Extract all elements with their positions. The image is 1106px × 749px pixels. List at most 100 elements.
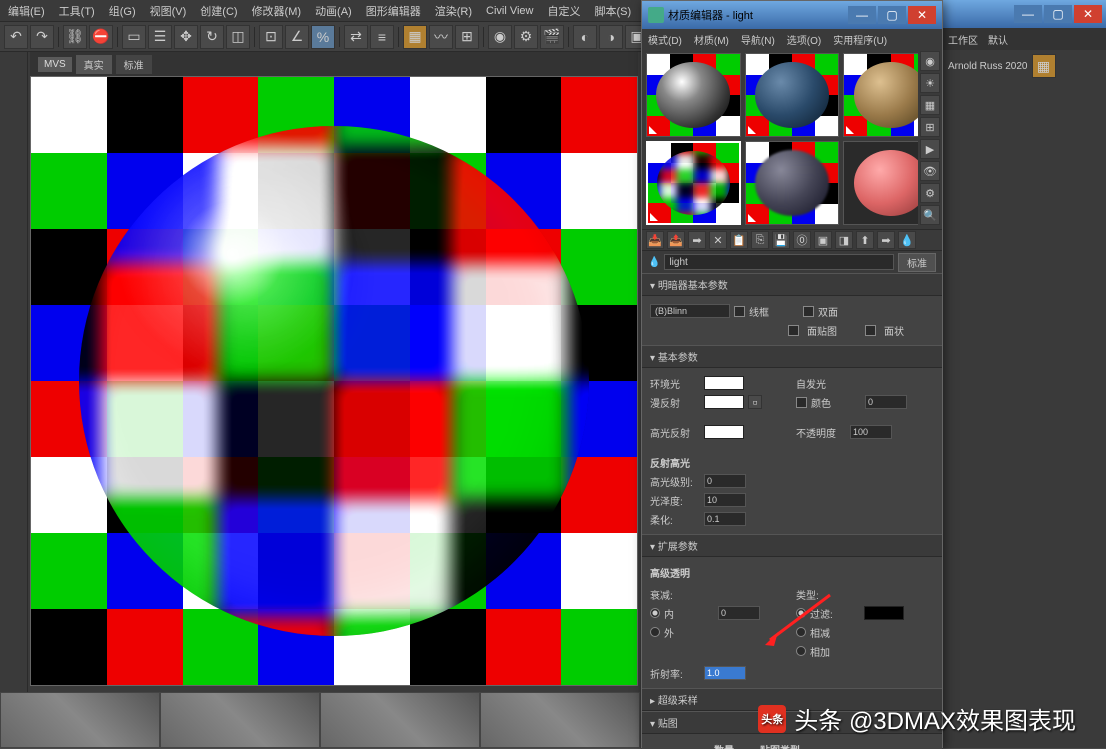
effects-icon[interactable]: ⓪: [793, 231, 811, 249]
soften-spinner[interactable]: 0.1: [704, 512, 746, 526]
rp-tab-workspace[interactable]: 工作区: [948, 32, 978, 47]
nav-parent-icon[interactable]: ⬆: [856, 231, 874, 249]
opacity-spinner[interactable]: 100: [850, 425, 892, 439]
menu-custom[interactable]: 自定义: [548, 3, 581, 19]
background-icon[interactable]: ▦: [920, 95, 940, 115]
maximize-button[interactable]: ▢: [878, 6, 906, 24]
diffuse-swatch[interactable]: [704, 395, 744, 409]
angle-snap-icon[interactable]: ∠: [285, 25, 309, 49]
reset-icon[interactable]: ✕: [709, 231, 727, 249]
rollout-basic-params[interactable]: 基本参数: [642, 345, 942, 368]
mirror-icon[interactable]: ⇄: [344, 25, 368, 49]
menu-modifiers[interactable]: 修改器(M): [252, 3, 302, 19]
material-slot-2[interactable]: [745, 53, 840, 137]
material-type-button[interactable]: 标准: [898, 253, 936, 272]
material-slot-4[interactable]: [646, 141, 741, 225]
show-map-icon[interactable]: ▣: [814, 231, 832, 249]
nav-forward-icon[interactable]: ➡: [877, 231, 895, 249]
uv-tile-icon[interactable]: ⊞: [920, 117, 940, 137]
put-to-scene-icon[interactable]: 📤: [667, 231, 685, 249]
glossiness-spinner[interactable]: 10: [704, 493, 746, 507]
ior-spinner[interactable]: 1.0: [704, 666, 746, 680]
viewport-label[interactable]: MVS: [38, 57, 72, 72]
material-slot-1[interactable]: [646, 53, 741, 137]
color-checkbox[interactable]: [796, 397, 807, 408]
menu-animation[interactable]: 动画(A): [315, 3, 352, 19]
shader-dropdown[interactable]: (B)Blinn: [650, 304, 730, 318]
select-icon[interactable]: ▭: [122, 25, 146, 49]
panel-min-icon[interactable]: —: [1014, 5, 1042, 23]
put-library-icon[interactable]: 💾: [772, 231, 790, 249]
mat-menu-material[interactable]: 材质(M): [694, 32, 729, 47]
render-setup-icon[interactable]: ⚙: [514, 25, 538, 49]
menu-tools[interactable]: 工具(T): [59, 3, 95, 19]
facemap-checkbox[interactable]: [788, 325, 799, 336]
select-by-mat-icon[interactable]: 🔍: [920, 205, 940, 225]
material-name-input[interactable]: [664, 254, 894, 270]
video-check-icon[interactable]: ▶: [920, 139, 940, 159]
options-icon[interactable]: ⚙: [920, 183, 940, 203]
mat-menu-mode[interactable]: 模式(D): [648, 32, 682, 47]
redo-icon[interactable]: ↷: [30, 25, 54, 49]
link-icon[interactable]: ⛓: [63, 25, 87, 49]
menu-edit[interactable]: 编辑(E): [8, 3, 45, 19]
scale-icon[interactable]: ◫: [226, 25, 250, 49]
move-icon[interactable]: ✥: [174, 25, 198, 49]
get-material-icon[interactable]: 📥: [646, 231, 664, 249]
backlight-icon[interactable]: ☀: [920, 73, 940, 93]
filter-swatch[interactable]: [864, 606, 904, 620]
viewport-tab-standard[interactable]: 标准: [116, 55, 152, 74]
menu-graph[interactable]: 图形编辑器: [366, 3, 421, 19]
self-illum-spinner[interactable]: 0: [865, 395, 907, 409]
ambient-swatch[interactable]: [704, 376, 744, 390]
rp-icon[interactable]: ▦: [1032, 54, 1056, 78]
assign-icon[interactable]: ➡: [688, 231, 706, 249]
menu-civil[interactable]: Civil View: [486, 5, 533, 17]
viewport-tab-real[interactable]: 真实: [76, 55, 112, 74]
preview-icon[interactable]: 👁: [920, 161, 940, 181]
minimize-button[interactable]: —: [848, 6, 876, 24]
percent-snap-icon[interactable]: %: [311, 25, 335, 49]
select-name-icon[interactable]: ☰: [148, 25, 172, 49]
pick-material-icon[interactable]: 💧: [648, 257, 660, 268]
wire-checkbox[interactable]: [734, 306, 745, 317]
layer-icon[interactable]: ▦: [403, 25, 427, 49]
curve-editor-icon[interactable]: 〰: [429, 25, 453, 49]
panel-max-icon[interactable]: ▢: [1044, 5, 1072, 23]
tool-a-icon[interactable]: ◐: [573, 25, 597, 49]
menu-render[interactable]: 渲染(R): [435, 3, 472, 19]
undo-icon[interactable]: ↶: [4, 25, 28, 49]
tool-b-icon[interactable]: ◑: [599, 25, 623, 49]
close-button[interactable]: ✕: [908, 6, 936, 24]
render-icon[interactable]: 🎬: [540, 25, 564, 49]
show-end-icon[interactable]: ◨: [835, 231, 853, 249]
mat-menu-nav[interactable]: 导航(N): [741, 32, 775, 47]
render-viewport[interactable]: [30, 76, 638, 686]
type-filter-radio[interactable]: [796, 608, 806, 618]
mat-menu-util[interactable]: 实用程序(U): [833, 32, 887, 47]
material-editor-icon[interactable]: ◉: [488, 25, 512, 49]
rp-tab-default[interactable]: 默认: [988, 32, 1008, 47]
pick-icon[interactable]: 💧: [898, 231, 916, 249]
sample-type-icon[interactable]: ◉: [920, 51, 940, 71]
falloff-in-radio[interactable]: [650, 608, 660, 618]
twosided-checkbox[interactable]: [803, 306, 814, 317]
mat-menu-options[interactable]: 选项(O): [787, 32, 821, 47]
make-unique-icon[interactable]: ⎘: [751, 231, 769, 249]
align-icon[interactable]: ≡: [370, 25, 394, 49]
specular-swatch[interactable]: [704, 425, 744, 439]
copy-icon[interactable]: 📋: [730, 231, 748, 249]
type-add-radio[interactable]: [796, 646, 806, 656]
falloff-amt[interactable]: 0: [718, 606, 760, 620]
snap-icon[interactable]: ⊡: [259, 25, 283, 49]
unlink-icon[interactable]: ⛔: [89, 25, 113, 49]
schematic-icon[interactable]: ⊞: [455, 25, 479, 49]
diffuse-map-icon[interactable]: ▫: [748, 395, 762, 409]
material-editor-titlebar[interactable]: 材质编辑器 - light — ▢ ✕: [642, 1, 942, 29]
menu-create[interactable]: 创建(C): [200, 3, 237, 19]
panel-close-icon[interactable]: ✕: [1074, 5, 1102, 23]
falloff-out-radio[interactable]: [650, 627, 660, 637]
menu-script[interactable]: 脚本(S): [595, 3, 632, 19]
spec-level-spinner[interactable]: 0: [704, 474, 746, 488]
faceted-checkbox[interactable]: [865, 325, 876, 336]
